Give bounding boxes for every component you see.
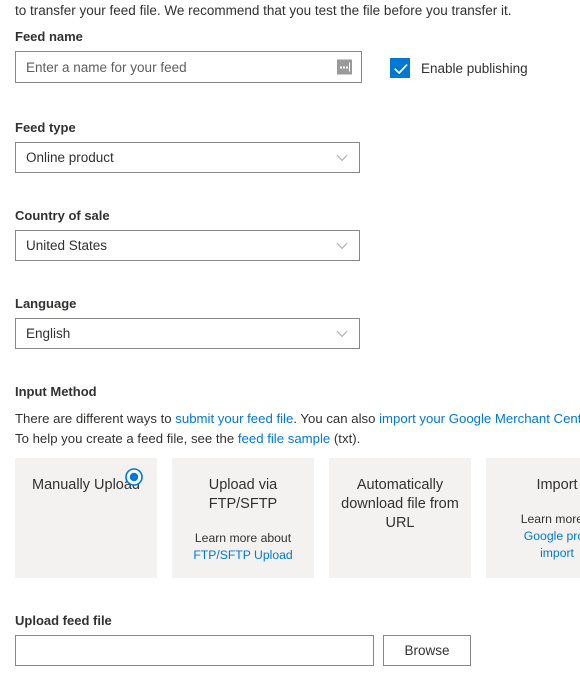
feed-name-label: Feed name [15,29,83,44]
card-sub-label: Learn more a [520,512,580,526]
ftp-sftp-upload-link[interactable]: FTP/SFTP Upload [178,547,308,564]
input-method-card-manually-upload[interactable]: Manually Upload [15,458,157,578]
input-method-card-list: Manually Upload Upload via FTP/SFTP Lear… [15,458,580,578]
google-product-import-link[interactable]: Google proc [492,528,580,545]
feed-type-value: Online product [26,150,114,165]
feed-name-field-group: Feed name [15,28,362,83]
language-select[interactable]: English [15,318,360,349]
upload-feed-file-group: Upload feed file Browse [15,612,471,666]
browse-button[interactable]: Browse [383,635,471,666]
language-value: English [26,326,71,341]
upload-feed-file-row: Browse [15,635,471,666]
upload-feed-file-input[interactable] [15,635,374,666]
desc-text-2: . You can also [293,411,380,426]
card-subtext: Learn more about FTP/SFTP Upload [172,530,314,564]
language-field-group: Language English [15,295,360,349]
import-google-merchant-center-link[interactable]: import your Google Merchant Center produ… [379,411,580,426]
upload-feed-file-label: Upload feed file [15,613,112,628]
submit-your-feed-file-link[interactable]: submit your feed file [175,411,293,426]
input-method-heading: Input Method [15,384,97,399]
feed-setup-form: to transfer your feed file. We recommend… [0,0,580,691]
input-method-card-download-from-url[interactable]: Automatically download file from URL [329,458,471,578]
feed-name-input-wrapper[interactable] [15,51,362,83]
chevron-down-icon [336,154,348,161]
input-method-description-line-1: There are different ways to submit your … [15,410,580,428]
card-title: Import [536,477,578,493]
country-of-sale-select[interactable]: United States [15,230,360,261]
feed-name-input[interactable] [16,52,361,82]
desc-text-3: To help you create a feed file, see the [15,431,238,446]
intro-paragraph: to transfer your feed file. We recommend… [15,3,512,18]
language-label: Language [15,296,77,311]
feed-type-select[interactable]: Online product [15,142,360,173]
card-title: Automatically download file from URL [341,477,459,531]
country-of-sale-value: United States [26,238,108,253]
desc-text-4: (txt). [330,431,361,446]
check-icon [394,64,408,74]
feed-type-field-group: Feed type Online product [15,119,360,173]
country-of-sale-field-group: Country of sale United States [15,207,360,261]
desc-text-1: There are different ways to [15,411,176,426]
input-method-description-line-2: To help you create a feed file, see the … [15,430,360,448]
dots-handle-icon [337,59,352,75]
card-sub-label: Learn more about [194,531,292,545]
input-method-card-import[interactable]: Import Learn more a Google proc import [486,458,580,578]
chevron-down-icon [336,330,348,337]
feed-type-label: Feed type [15,120,76,135]
input-method-card-ftp-sftp[interactable]: Upload via FTP/SFTP Learn more about FTP… [172,458,314,578]
chevron-down-icon [336,242,348,249]
radio-selected-icon[interactable] [125,468,143,486]
feed-file-sample-link[interactable]: feed file sample [238,431,330,446]
google-product-import-link-line2[interactable]: import [492,545,580,562]
enable-publishing-checkbox[interactable]: Enable publishing [390,58,528,78]
country-of-sale-label: Country of sale [15,208,110,223]
checkbox-box[interactable] [390,58,410,78]
card-subtext: Learn more a Google proc import [486,511,580,562]
enable-publishing-label: Enable publishing [421,60,528,76]
card-title: Upload via FTP/SFTP [208,477,278,512]
